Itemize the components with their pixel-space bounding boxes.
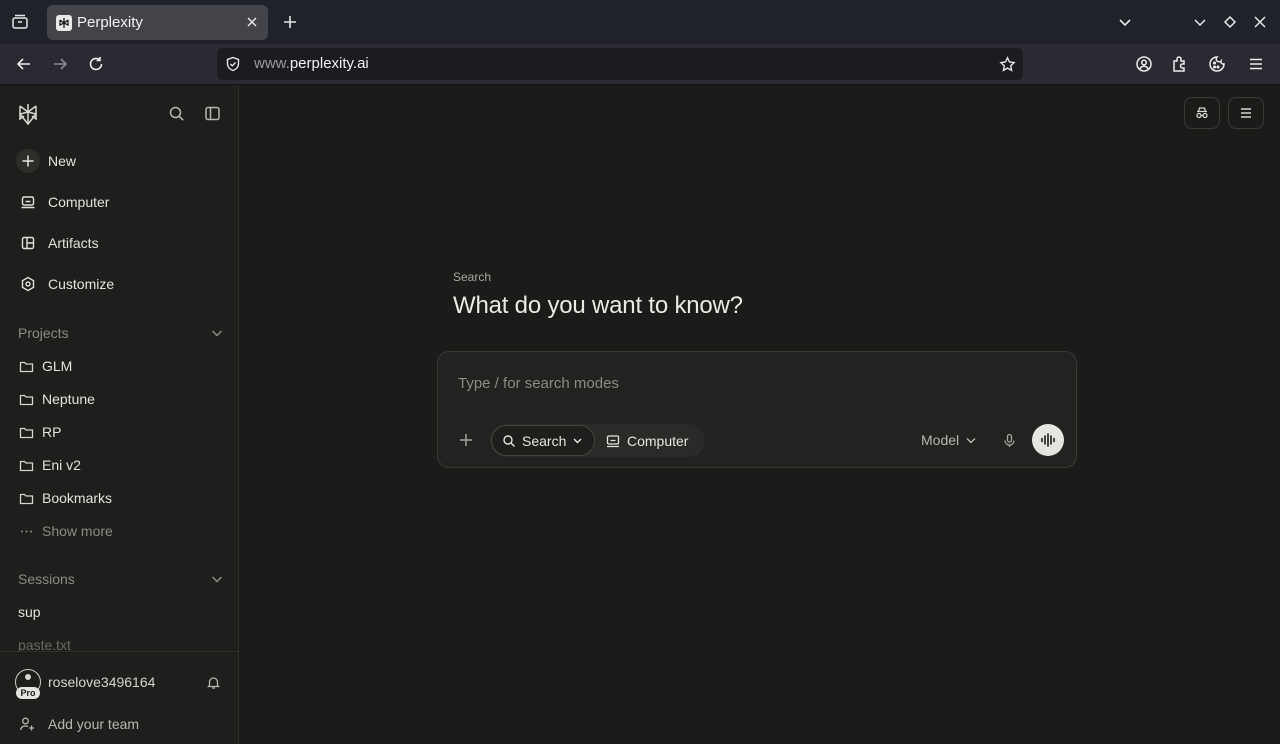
incognito-icon[interactable]	[1184, 97, 1220, 129]
perplexity-logo-icon[interactable]	[16, 102, 40, 126]
model-selector[interactable]: Model	[921, 430, 977, 450]
minimize-icon[interactable]	[1190, 12, 1210, 32]
url-text: www.perplexity.ai	[254, 55, 369, 72]
sessions-header[interactable]: Sessions	[18, 569, 224, 589]
perplexity-favicon-icon	[56, 15, 72, 31]
project-item-bookmarks[interactable]: Bookmarks	[18, 487, 112, 509]
session-item[interactable]: sup	[18, 604, 41, 620]
back-arrow-icon[interactable]	[13, 53, 35, 75]
mode-switcher: Search Computer	[490, 424, 705, 457]
sessions-title: Sessions	[18, 571, 75, 587]
show-more-button[interactable]: Show more	[18, 520, 113, 542]
add-team-button[interactable]: Add your team	[18, 714, 139, 734]
collapse-sidebar-icon[interactable]	[202, 103, 222, 123]
active-tab[interactable]: Perplexity	[47, 5, 268, 40]
projects-title: Projects	[18, 325, 69, 341]
browser-tab-bar: Perplexity	[0, 0, 1280, 44]
menu-hamburger-icon[interactable]	[1245, 53, 1267, 75]
nav-artifacts[interactable]: Artifacts	[16, 227, 226, 259]
chevron-down-icon	[211, 330, 223, 337]
search-composer: Search Computer Model	[437, 351, 1077, 468]
waveform-icon	[1041, 433, 1055, 447]
nav-new-label: New	[48, 153, 77, 169]
folder-icon	[18, 490, 34, 506]
reload-icon[interactable]	[85, 53, 107, 75]
computer-mode-button[interactable]: Computer	[606, 425, 688, 456]
chevron-down-icon	[966, 438, 976, 444]
page-title: What do you want to know?	[453, 292, 743, 319]
add-team-label: Add your team	[48, 716, 140, 732]
maximize-icon[interactable]	[1220, 12, 1240, 32]
artifacts-icon	[16, 231, 40, 255]
sidebar: New Computer Artifacts Customize Project…	[0, 85, 239, 744]
bookmark-star-icon[interactable]	[998, 55, 1016, 73]
folder-icon	[18, 457, 34, 473]
computer-icon	[16, 190, 40, 214]
search-mode-button[interactable]: Search	[491, 425, 595, 456]
project-item-glm[interactable]: GLM	[18, 355, 72, 377]
sidebar-footer: Pro roselove3496164 Add your team	[0, 651, 238, 744]
nav-computer-label: Computer	[48, 194, 110, 210]
tab-manager-icon[interactable]	[8, 10, 32, 34]
forward-arrow-icon[interactable]	[49, 53, 71, 75]
tab-title: Perplexity	[77, 14, 143, 31]
close-tab-icon[interactable]	[244, 14, 260, 30]
nav-artifacts-label: Artifacts	[48, 235, 99, 251]
project-label: Eni v2	[42, 457, 81, 473]
main-menu-icon[interactable]	[1228, 97, 1264, 129]
model-label: Model	[921, 432, 960, 448]
search-input[interactable]	[458, 372, 1038, 394]
project-item-rp[interactable]: RP	[18, 421, 61, 443]
show-more-label: Show more	[42, 523, 113, 539]
mode-label: Search	[453, 270, 492, 284]
chevron-down-icon	[573, 438, 582, 444]
nav-computer[interactable]: Computer	[16, 186, 226, 218]
hexagon-icon	[16, 272, 40, 296]
nav-customize[interactable]: Customize	[16, 268, 226, 300]
ellipsis-icon	[18, 523, 34, 539]
project-label: Bookmarks	[42, 490, 113, 506]
project-label: GLM	[42, 358, 73, 374]
chevron-down-icon	[211, 576, 223, 583]
shield-icon[interactable]	[224, 55, 242, 73]
add-user-icon	[18, 715, 36, 733]
voice-mode-button[interactable]	[1032, 424, 1064, 456]
browser-nav-bar: www.perplexity.ai	[0, 44, 1280, 85]
project-item-neptune[interactable]: Neptune	[18, 388, 95, 410]
url-prefix: www.	[254, 55, 290, 72]
new-tab-icon[interactable]	[280, 12, 300, 32]
window-close-icon[interactable]	[1250, 12, 1270, 32]
cookie-icon[interactable]	[1206, 53, 1228, 75]
nav-customize-label: Customize	[48, 276, 115, 292]
folder-icon	[18, 424, 34, 440]
main-content: Search What do you want to know? Search …	[240, 85, 1280, 744]
project-item-eni-v2[interactable]: Eni v2	[18, 454, 81, 476]
pro-badge: Pro	[16, 687, 40, 699]
bell-icon[interactable]	[204, 673, 222, 691]
projects-header[interactable]: Projects	[18, 323, 224, 343]
extensions-icon[interactable]	[1169, 53, 1191, 75]
plus-icon	[16, 149, 40, 173]
computer-mode-label: Computer	[627, 432, 689, 449]
project-label: RP	[42, 424, 62, 440]
nav-new[interactable]: New	[16, 145, 226, 177]
folder-icon	[18, 391, 34, 407]
address-bar[interactable]: www.perplexity.ai	[217, 48, 1023, 80]
tab-list-chevron-icon[interactable]	[1115, 12, 1135, 32]
folder-icon	[18, 358, 34, 374]
username[interactable]: roselove3496164	[48, 674, 155, 690]
attach-plus-icon[interactable]	[456, 430, 476, 450]
microphone-icon[interactable]	[999, 430, 1019, 450]
url-domain: perplexity.ai	[289, 55, 369, 72]
project-label: Neptune	[42, 391, 95, 407]
sidebar-search-icon[interactable]	[166, 103, 186, 123]
account-icon[interactable]	[1133, 53, 1155, 75]
computer-icon	[606, 434, 620, 447]
search-icon	[503, 434, 515, 447]
search-mode-label: Search	[522, 432, 567, 449]
